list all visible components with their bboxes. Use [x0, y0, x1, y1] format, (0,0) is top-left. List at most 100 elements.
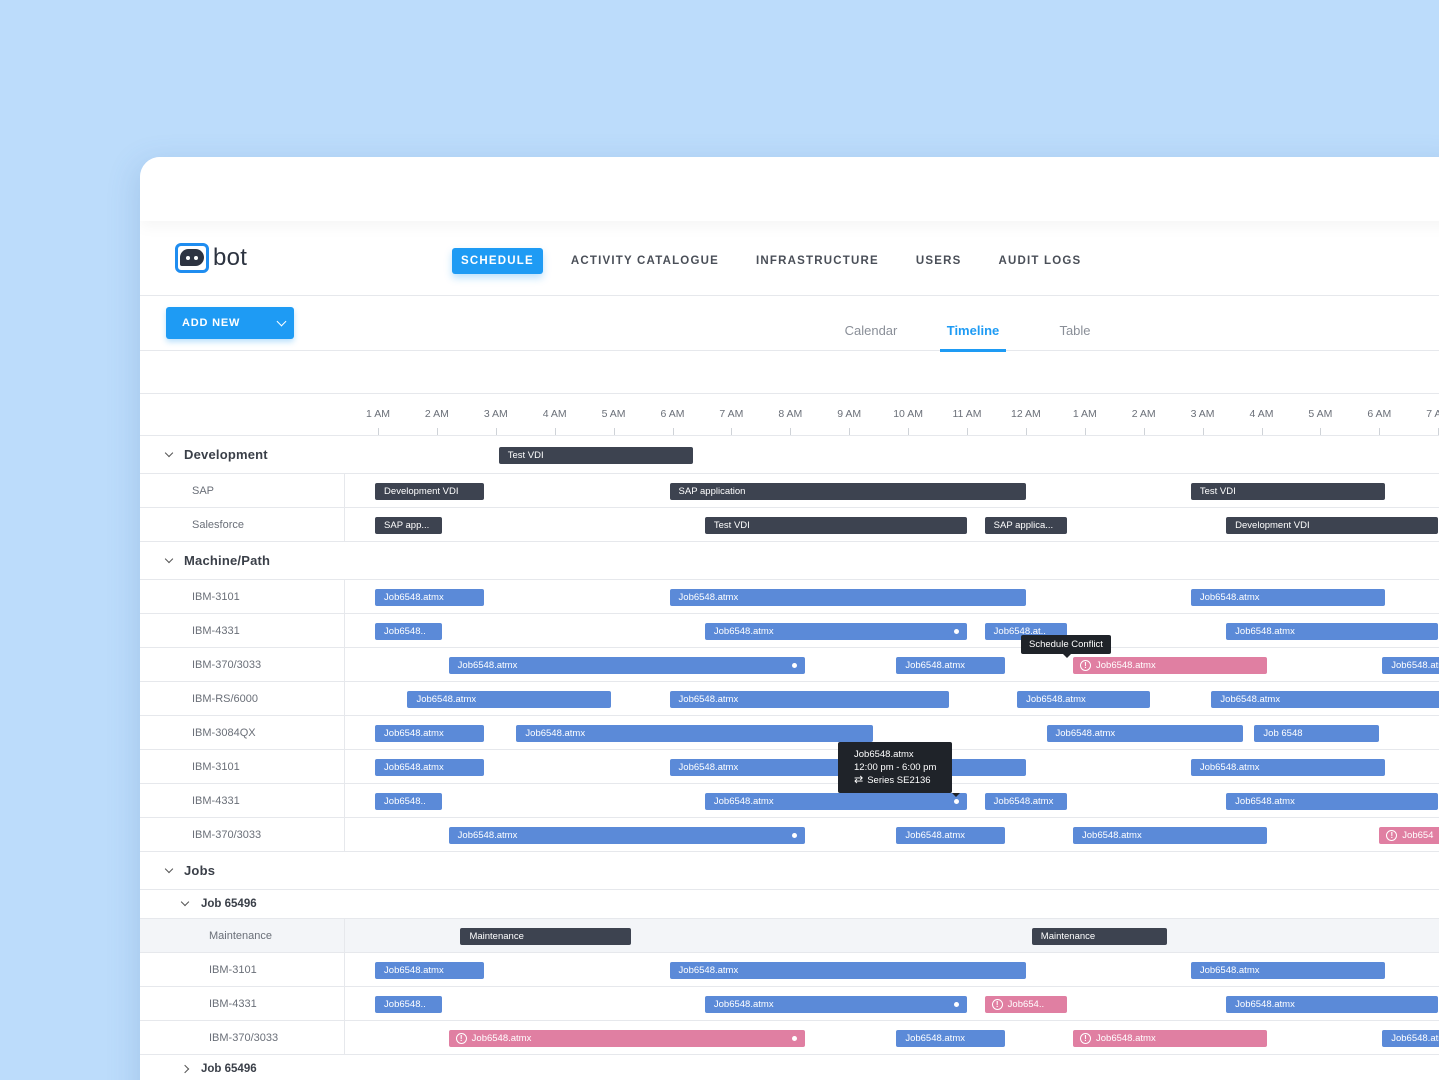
- job-bar[interactable]: Job 6548: [1254, 725, 1380, 742]
- job-bar[interactable]: Job6548.atmx: [896, 657, 1006, 674]
- job-bar[interactable]: Job6548.atmx: [704, 623, 967, 640]
- bar-label: Job6548.atmx: [678, 965, 739, 976]
- group-toggle[interactable]: Machine/Path: [140, 542, 345, 579]
- nav-activity-catalogue[interactable]: ACTIVITY CATALOGUE: [571, 255, 719, 267]
- logo[interactable]: bot: [175, 243, 247, 273]
- bar-label: Maintenance: [1040, 931, 1096, 942]
- conflict-job-bar[interactable]: ! Job6548.atmx: [1073, 1030, 1268, 1047]
- row-label-text: Job 65496: [201, 1063, 257, 1075]
- resize-handle[interactable]: [792, 1036, 798, 1041]
- activity-bar[interactable]: Test VDI: [704, 517, 967, 534]
- group-toggle[interactable]: Development: [140, 436, 345, 473]
- tooltip-job-title: Job6548.atmx: [854, 749, 914, 760]
- nav-schedule[interactable]: SCHEDULE: [452, 248, 543, 274]
- row-label-text: Development: [184, 447, 268, 462]
- bar-label: Job6548.atmx: [1096, 1033, 1156, 1044]
- job-bar[interactable]: Job6548.atmx: [704, 996, 967, 1013]
- hour-tick: [731, 428, 733, 435]
- hour-tick: [1379, 428, 1381, 435]
- tab-calendar[interactable]: Calendar: [820, 296, 922, 351]
- chevron-right-icon[interactable]: [180, 1064, 190, 1074]
- nav-audit-logs[interactable]: AUDIT LOGS: [998, 255, 1081, 267]
- job-bar[interactable]: Job6548.atmx: [448, 657, 806, 674]
- resize-handle[interactable]: [792, 663, 798, 668]
- resource-row: IBM-370/3033 Job6548.atmx Job6548.atmx! Job…: [140, 648, 1439, 682]
- chevron-down-icon[interactable]: [164, 554, 174, 564]
- job-bar[interactable]: Job6548.atmx: [1190, 962, 1386, 979]
- activity-bar[interactable]: Maintenance: [1031, 928, 1168, 945]
- job-bar[interactable]: Job6548.atmx: [984, 793, 1068, 810]
- chevron-down-icon[interactable]: [164, 864, 174, 874]
- bar-label: Job6548.atmx: [384, 592, 444, 603]
- job-bar[interactable]: Job6548.atmx: [1382, 1030, 1439, 1047]
- tab-table[interactable]: Table: [1024, 296, 1126, 351]
- job-bar[interactable]: Job6548.atmx: [375, 725, 484, 742]
- job-bar[interactable]: Job6548.atmx: [1017, 691, 1150, 708]
- bar-label: Job6548.atmx: [905, 660, 965, 671]
- add-new-button[interactable]: ADD NEW: [166, 307, 294, 339]
- job-bar[interactable]: Job6548.atmx: [1226, 996, 1439, 1013]
- job-bar[interactable]: Job6548.atmx: [669, 691, 950, 708]
- job-bar[interactable]: Job6548.atmx: [1226, 793, 1439, 810]
- activity-bar[interactable]: SAP app...: [375, 517, 442, 534]
- alert-icon: !: [455, 1033, 467, 1044]
- job-bar[interactable]: Job6548.atmx: [407, 691, 611, 708]
- hour-tick: [1202, 428, 1204, 435]
- job-bar[interactable]: Job6548.atmx: [896, 1030, 1006, 1047]
- nav-infrastructure[interactable]: INFRASTRUCTURE: [756, 255, 879, 267]
- resize-handle[interactable]: [792, 833, 798, 838]
- bar-label: Job6548.atmx: [993, 796, 1054, 807]
- job-bar[interactable]: Job6548.atmx: [516, 725, 873, 742]
- app-window: bot SCHEDULE ACTIVITY CATALOGUE INFRASTR…: [140, 157, 1439, 1080]
- hour-label: 3 AM: [1190, 408, 1215, 420]
- conflict-job-bar[interactable]: ! Job6548.atmx: [448, 1030, 806, 1047]
- job-bar[interactable]: Job6548.atmx: [1046, 725, 1243, 742]
- job-bar[interactable]: Job6548.atmx: [1211, 691, 1439, 708]
- job-bar[interactable]: Job6548.atmx: [1073, 827, 1268, 844]
- job-bar[interactable]: Job6548.atmx: [448, 827, 806, 844]
- resize-handle[interactable]: [953, 1002, 959, 1007]
- resize-handle[interactable]: [953, 629, 959, 634]
- main-nav: SCHEDULE ACTIVITY CATALOGUE INFRASTRUCTU…: [452, 248, 1118, 274]
- job-bar[interactable]: Job6548.atmx: [1190, 759, 1386, 776]
- job-bar[interactable]: Job6548.atmx: [375, 962, 484, 979]
- window-topbar: [140, 157, 1439, 221]
- job-bar[interactable]: Job6548..: [375, 996, 442, 1013]
- job-bar[interactable]: Job6548.atmx: [1190, 589, 1386, 606]
- activity-bar[interactable]: Development VDI: [375, 483, 484, 500]
- nav-users[interactable]: USERS: [916, 255, 962, 267]
- row-label-text: Job 65496: [201, 898, 257, 910]
- row-label: IBM-4331: [140, 987, 345, 1020]
- job-bar[interactable]: Job6548.atmx: [375, 589, 484, 606]
- job-bar[interactable]: Job6548..: [375, 623, 442, 640]
- job-bar[interactable]: Job6548.atmx: [704, 793, 967, 810]
- activity-bar[interactable]: SAP applica...: [984, 517, 1068, 534]
- chevron-down-icon[interactable]: [276, 316, 287, 327]
- job-bar[interactable]: Job6548.atmx: [1382, 657, 1439, 674]
- conflict-job-bar[interactable]: ! Job654: [1379, 827, 1439, 844]
- resize-handle[interactable]: [953, 799, 959, 804]
- activity-bar[interactable]: SAP application: [669, 483, 1026, 500]
- activity-bar[interactable]: Test VDI: [498, 447, 694, 464]
- tab-timeline[interactable]: Timeline: [922, 296, 1024, 352]
- job-bar[interactable]: Job6548.atmx: [669, 962, 1026, 979]
- job-bar[interactable]: Job6548.atmx: [896, 827, 1006, 844]
- group-toggle[interactable]: Jobs: [140, 852, 345, 889]
- activity-bar[interactable]: Maintenance: [460, 928, 632, 945]
- conflict-job-bar[interactable]: ! Job6548.atmx: [1073, 657, 1268, 674]
- hour-label: 6 AM: [660, 408, 685, 420]
- job-bar[interactable]: Job6548.atmx: [1226, 623, 1439, 640]
- activity-bar[interactable]: Development VDI: [1226, 517, 1439, 534]
- conflict-job-bar[interactable]: ! Job654..: [984, 996, 1068, 1013]
- hour-tick: [1261, 428, 1263, 435]
- job-bar[interactable]: Job6548.atmx: [669, 589, 1026, 606]
- repeat-icon: ⇄: [854, 774, 864, 786]
- job-bar[interactable]: Job6548..: [375, 793, 442, 810]
- group-toggle[interactable]: Job 65496: [140, 1055, 345, 1080]
- activity-bar[interactable]: Test VDI: [1190, 483, 1386, 500]
- chevron-down-icon[interactable]: [164, 448, 174, 458]
- resource-row: Maintenance Maintenance Maintenance: [140, 919, 1439, 953]
- group-toggle[interactable]: Job 65496: [140, 890, 345, 918]
- chevron-down-icon[interactable]: [180, 897, 190, 907]
- job-bar[interactable]: Job6548.atmx: [375, 759, 484, 776]
